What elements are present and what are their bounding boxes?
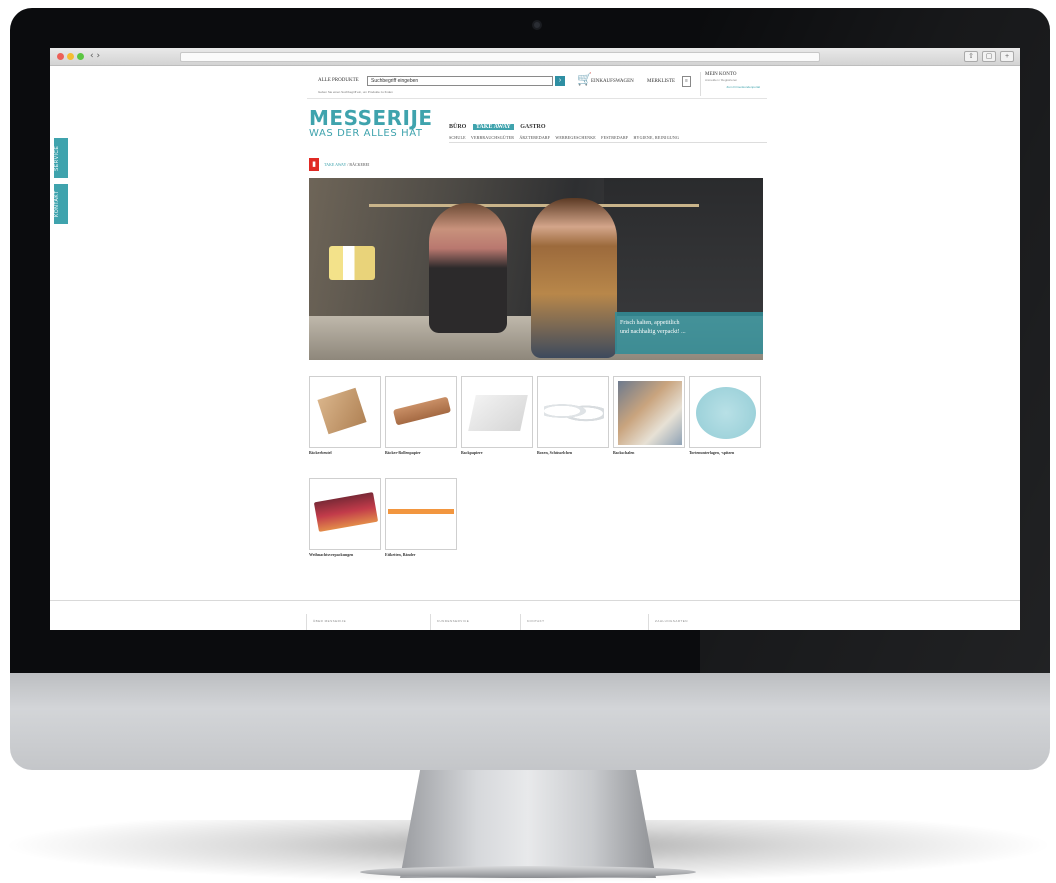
account-box[interactable]: MEIN KONTO Anmelden / Registrieren Zum F… bbox=[700, 72, 760, 96]
account-title[interactable]: MEIN KONTO bbox=[705, 72, 760, 77]
header-divider bbox=[307, 98, 767, 99]
product-image[interactable] bbox=[385, 376, 457, 448]
footer-column-title[interactable]: ÜBER MESSERIJE bbox=[313, 619, 346, 623]
tabs-icon[interactable]: ▢ bbox=[982, 51, 996, 62]
product-tile[interactable]: Tortenunterlagen, -spitzen bbox=[689, 376, 761, 455]
nav-item-festbedarf[interactable]: FESTBEDARF bbox=[601, 135, 628, 140]
product-image[interactable] bbox=[309, 376, 381, 448]
gift-boxes-image bbox=[313, 492, 379, 532]
product-image[interactable] bbox=[385, 478, 457, 550]
hero-person-baker bbox=[429, 203, 507, 333]
product-label[interactable]: Etiketten, Bänder bbox=[385, 552, 457, 557]
baking-paper-image bbox=[468, 395, 528, 431]
labels-image bbox=[388, 509, 454, 514]
close-window-button[interactable] bbox=[57, 53, 64, 60]
product-label[interactable]: Backschalen bbox=[613, 450, 685, 455]
search-input[interactable]: Suchbegriff eingeben bbox=[367, 76, 553, 86]
hero-cups bbox=[329, 246, 375, 280]
hero-caption-line2: und nachhaltig verpackt! ... bbox=[620, 329, 686, 335]
product-label[interactable]: Boxen, Schüsselchen bbox=[537, 450, 609, 455]
main-category-nav: BÜRO TAKE AWAY GASTRO bbox=[449, 124, 551, 130]
nav-item-werbegeschenke[interactable]: WERBEGESCHENKE bbox=[555, 135, 596, 140]
screen: ‹ › ⇧ ▢ + SERVICE KONTAKT ALLE PRODUKTE … bbox=[50, 48, 1020, 630]
product-label[interactable]: Bäcker-Rollenpapier bbox=[385, 450, 457, 455]
footer-column-title[interactable]: KONTAKT bbox=[527, 619, 544, 623]
hero-caption-line1: Frisch halten, appetitlich bbox=[620, 320, 680, 326]
back-forward-buttons[interactable]: ‹ › bbox=[90, 51, 100, 61]
product-label[interactable]: Bäckerbeutel bbox=[309, 450, 381, 455]
hero-shelf bbox=[369, 204, 699, 207]
footer-separator bbox=[306, 614, 307, 630]
account-subtitle[interactable]: Anmelden / Registrieren bbox=[705, 78, 760, 82]
imac-stand bbox=[400, 768, 656, 878]
product-label[interactable]: Tortenunterlagen, -spitzen bbox=[689, 450, 761, 455]
product-tile[interactable]: Etiketten, Bänder bbox=[385, 478, 457, 557]
nav-item-schule[interactable]: SCHULE bbox=[449, 135, 466, 140]
nav-item-gastro[interactable]: GASTRO bbox=[520, 124, 545, 130]
cup-icon: ▮ bbox=[309, 158, 319, 171]
search-button[interactable]: › bbox=[555, 76, 565, 86]
camera-icon bbox=[532, 20, 542, 30]
paper-roll-image bbox=[392, 396, 452, 426]
nav-item-take-away[interactable]: TAKE AWAY bbox=[472, 124, 514, 130]
logo[interactable]: MESSERIJE bbox=[309, 108, 433, 128]
product-image[interactable] bbox=[613, 376, 685, 448]
footer-separator bbox=[430, 614, 431, 630]
share-icon[interactable]: ⇧ bbox=[964, 51, 978, 62]
cart-label[interactable]: EINKAUFSWAGEN bbox=[591, 79, 634, 84]
nav-item-hygiene[interactable]: HYGIENE, REINIGUNG bbox=[633, 135, 679, 140]
header-bar: ALLE PRODUKTE Suchbegriff eingeben › Geb… bbox=[307, 71, 767, 99]
nav-divider bbox=[449, 142, 767, 143]
cart-icon[interactable]: 🛒 bbox=[577, 73, 592, 85]
product-tile[interactable]: Weihnachtsverpackungen bbox=[309, 478, 381, 557]
all-products-label[interactable]: ALLE PRODUKTE bbox=[318, 78, 359, 83]
footer-divider bbox=[50, 600, 1020, 601]
minimize-window-button[interactable] bbox=[67, 53, 74, 60]
footer-column-title[interactable]: ZAHLUNGSARTEN bbox=[655, 619, 688, 623]
nav-item-aerztebedarf[interactable]: ÄRZTEBEDARF bbox=[519, 135, 550, 140]
footer-separator bbox=[648, 614, 649, 630]
product-image[interactable] bbox=[689, 376, 761, 448]
new-tab-icon[interactable]: + bbox=[1000, 51, 1014, 62]
product-image[interactable] bbox=[537, 376, 609, 448]
paper-bags-image bbox=[317, 387, 367, 435]
side-tab-kontakt[interactable]: KONTAKT bbox=[54, 184, 68, 224]
hero-banner[interactable]: Frisch halten, appetitlich und nachhalti… bbox=[309, 178, 763, 360]
product-image[interactable] bbox=[461, 376, 533, 448]
product-tile[interactable]: Bäcker-Rollenpapier bbox=[385, 376, 457, 455]
merkliste-icon[interactable]: ≡ bbox=[682, 76, 691, 87]
bowls-image bbox=[544, 399, 604, 423]
logo-tagline: WAS DER ALLES HAT bbox=[309, 128, 423, 139]
product-label[interactable]: Backpapiere bbox=[461, 450, 533, 455]
footer-column-title[interactable]: KUNDENSERVICE bbox=[437, 619, 469, 623]
breadcrumb-link[interactable]: TAKE AWAY bbox=[324, 162, 346, 167]
browser-toolbar: ‹ › ⇧ ▢ + bbox=[50, 48, 1020, 66]
breadcrumb: TAKE AWAY / BÄCKEREI bbox=[324, 162, 369, 167]
account-link[interactable]: Zum Firmenkundenportal bbox=[705, 85, 760, 89]
product-label[interactable]: Weihnachtsverpackungen bbox=[309, 552, 381, 557]
merkliste-label[interactable]: MERKLISTE bbox=[647, 79, 675, 84]
imac-stand-foot bbox=[360, 866, 696, 878]
imac-chin bbox=[10, 668, 1050, 770]
sub-category-nav: SCHULE VERBRAUCHSGÜTER ÄRZTEBEDARF WERBE… bbox=[449, 135, 683, 140]
search-hint: Geben Sie einen Suchbegriff ein, um Prod… bbox=[318, 90, 393, 94]
product-tile[interactable]: Backpapiere bbox=[461, 376, 533, 455]
cake-board-image bbox=[696, 387, 756, 439]
breadcrumb-current: BÄCKEREI bbox=[349, 162, 370, 167]
hero-caption[interactable]: Frisch halten, appetitlich und nachhalti… bbox=[615, 312, 763, 354]
photo-image bbox=[618, 381, 682, 445]
zoom-window-button[interactable] bbox=[77, 53, 84, 60]
product-tile[interactable]: Backschalen bbox=[613, 376, 685, 455]
product-tile[interactable]: Bäckerbeutel bbox=[309, 376, 381, 455]
nav-item-buero[interactable]: BÜRO bbox=[449, 124, 466, 130]
product-tile[interactable]: Boxen, Schüsselchen bbox=[537, 376, 609, 455]
address-bar[interactable] bbox=[180, 52, 820, 62]
product-image[interactable] bbox=[309, 478, 381, 550]
hero-person-customer bbox=[531, 198, 617, 358]
footer-separator bbox=[520, 614, 521, 630]
nav-item-verbrauchsgueter[interactable]: VERBRAUCHSGÜTER bbox=[471, 135, 514, 140]
side-tab-service[interactable]: SERVICE bbox=[54, 138, 68, 178]
